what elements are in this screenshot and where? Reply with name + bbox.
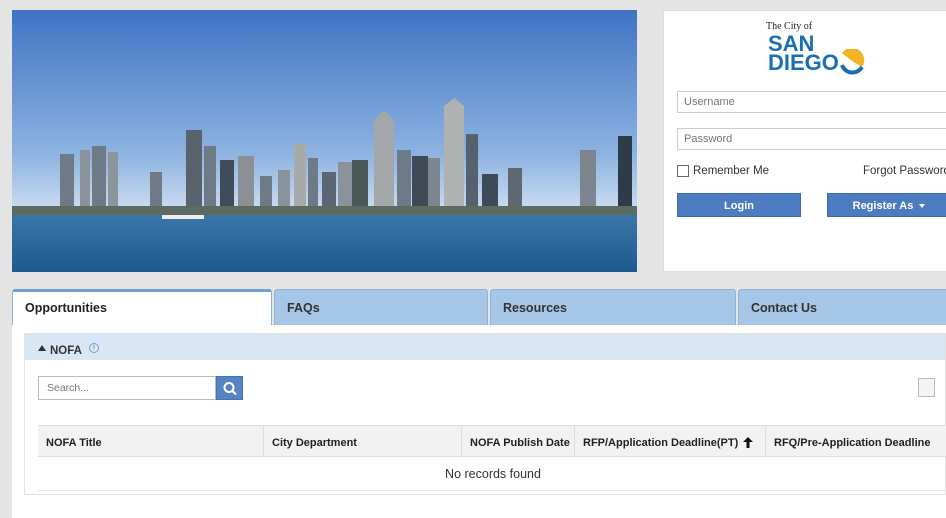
password-input[interactable] (677, 128, 946, 150)
register-button-label: Register As (852, 200, 914, 212)
tab-faqs[interactable]: FAQs (274, 289, 488, 325)
empty-message: No records found (38, 457, 946, 491)
opportunities-panel: NOFA i NOFA Title City Department NOFA P… (12, 325, 946, 518)
logo-sun-icon (840, 49, 865, 75)
sort-up-arrow-icon (743, 437, 754, 448)
hero-skyline-image (12, 10, 637, 272)
info-icon[interactable]: i (88, 342, 99, 353)
remember-me[interactable]: Remember Me (677, 165, 769, 177)
section-title: NOFA (50, 344, 82, 357)
col-publish-date[interactable]: NOFA Publish Date (462, 426, 575, 456)
nofa-section-header[interactable]: NOFA i (25, 334, 945, 360)
tab-opportunities[interactable]: Opportunities (12, 289, 272, 325)
city-logo: The City of SAN DIEGO (754, 19, 874, 87)
collapse-triangle-icon[interactable] (38, 344, 46, 351)
col-rfp-deadline-label: RFP/Application Deadline(PT) (583, 437, 739, 449)
col-city-department[interactable]: City Department (264, 426, 462, 456)
nofa-table: NOFA Title City Department NOFA Publish … (38, 425, 946, 491)
tab-resources[interactable]: Resources (490, 289, 736, 325)
nofa-section: NOFA i NOFA Title City Department NOFA P… (24, 333, 946, 495)
column-toggle-icon[interactable] (918, 378, 935, 397)
login-button[interactable]: Login (677, 193, 801, 217)
login-button-label: Login (724, 200, 754, 212)
table-header-row: NOFA Title City Department NOFA Publish … (38, 425, 946, 457)
tab-contact-us[interactable]: Contact Us (738, 289, 946, 325)
logo-line2: DIEGO (768, 50, 839, 75)
search-button[interactable] (216, 376, 243, 400)
search-input[interactable] (38, 376, 216, 400)
main-tabs: Opportunities FAQs Resources Contact Us (12, 289, 946, 325)
remember-checkbox[interactable] (677, 165, 689, 177)
col-nofa-title[interactable]: NOFA Title (38, 426, 264, 456)
search-icon (223, 382, 237, 396)
col-rfq-deadline[interactable]: RFQ/Pre-Application Deadline (766, 426, 946, 456)
login-panel: The City of SAN DIEGO Remember Me Forgot… (663, 10, 946, 272)
username-input[interactable] (677, 91, 946, 113)
register-as-button[interactable]: Register As (827, 193, 946, 217)
col-rfp-deadline[interactable]: RFP/Application Deadline(PT) (575, 426, 766, 456)
caret-down-icon (919, 204, 926, 209)
forgot-password-link[interactable]: Forgot Password? (863, 165, 946, 177)
remember-label: Remember Me (693, 165, 770, 177)
